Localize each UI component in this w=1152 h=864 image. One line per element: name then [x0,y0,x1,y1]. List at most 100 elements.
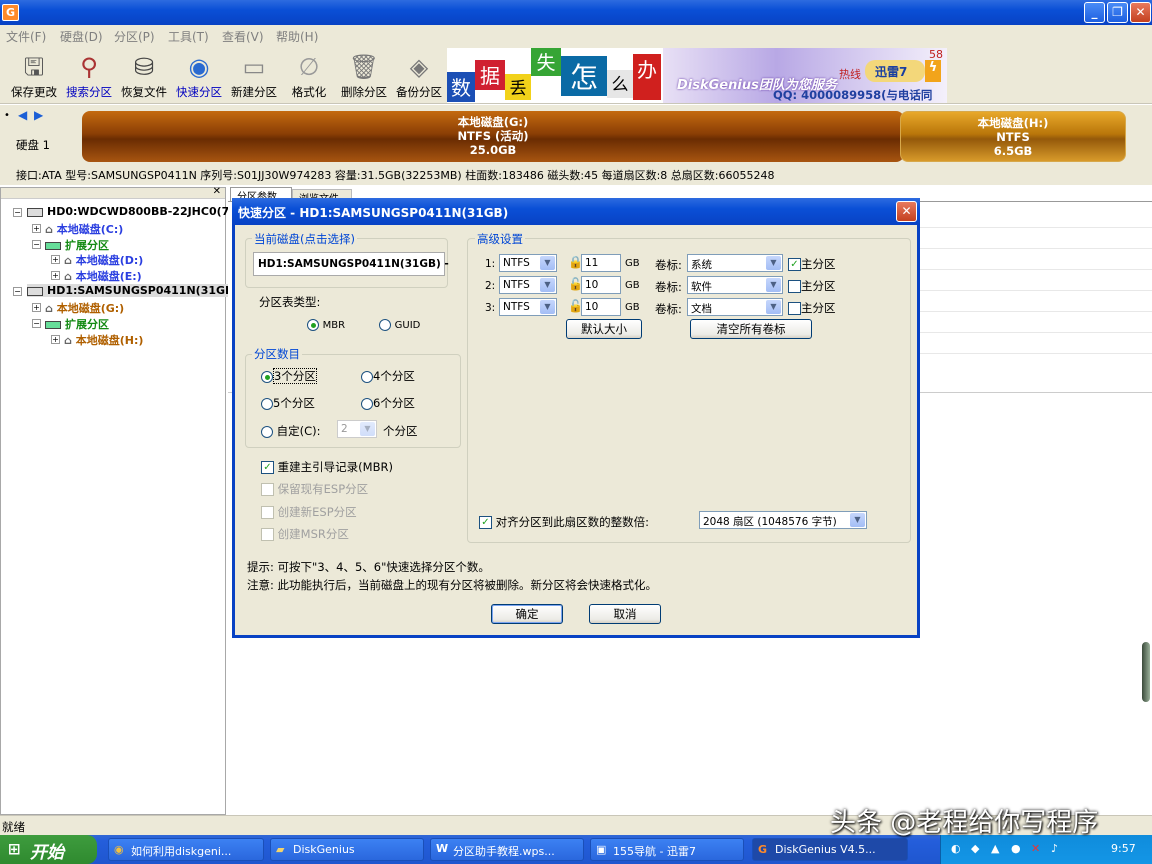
task-diskgenius[interactable]: G DiskGenius V4.5... [752,838,908,861]
guid-radio[interactable]: GUID [379,317,420,331]
menu-view[interactable]: 查看(V) [222,28,264,45]
task-folder[interactable]: ▰ DiskGenius [270,838,424,861]
collapse-icon[interactable]: − [13,287,22,296]
tree-node-h[interactable]: ⌂ 本地磁盘(H:) [64,332,143,348]
clear-labels-button[interactable]: 清空所有卷标 [690,319,812,339]
option-custom[interactable]: 自定(C): [261,423,321,439]
ad-char-6: 么 [607,70,633,98]
menu-file[interactable]: 文件(F) [6,28,46,45]
row-3-fs-select[interactable]: NTFS ▼ [499,298,557,316]
tree-node-extended-0[interactable]: 扩展分区 [45,237,109,253]
task-wps[interactable]: W 分区助手教程.wps... [430,838,584,861]
backup-partition-button[interactable]: ◈ 备份分区 [391,50,447,102]
next-disk-icon[interactable]: ▶ [34,108,43,122]
tree-close-icon[interactable]: ✕ [213,186,221,197]
row-3-size-input[interactable]: 10 [581,298,621,316]
task-xunlei[interactable]: ▣ 155导航 - 迅雷7 [590,838,744,861]
tray-icon[interactable]: ● [1011,842,1021,855]
partition-h-bar[interactable]: 本地磁盘(H:) NTFS 6.5GB [900,111,1126,162]
new-esp-checkbox[interactable]: 创建新ESP分区 [261,504,357,520]
menu-partition[interactable]: 分区(P) [114,28,155,45]
save-changes-button[interactable]: 🖫 保存更改 [6,50,62,102]
tray-icon[interactable]: ◆ [971,842,979,855]
custom-count-select[interactable]: 2 ▼ [337,420,377,438]
default-size-button[interactable]: 默认大小 [566,319,642,339]
drive-icon: ⌂ [45,302,57,315]
delete-partition-button[interactable]: 🗑 删除分区 [336,50,392,102]
collapse-icon[interactable]: − [13,208,22,217]
align-select[interactable]: 2048 扇区 (1048576 字节) ▼ [699,511,867,529]
row-2-volume-select[interactable]: 软件 ▼ [687,276,783,294]
tray-icon[interactable]: ◐ [951,842,961,855]
disk-info-text: 接口:ATA 型号:SAMSUNGSP0411N 序列号:S01JJ30W974… [16,169,775,182]
row-1-volume-select[interactable]: 系统 ▼ [687,254,783,272]
tree-node-extended-1[interactable]: 扩展分区 [45,316,109,332]
ok-button[interactable]: 确定 [491,604,563,624]
search-label: 搜索分区 [66,85,112,99]
row-1-fs-select[interactable]: NTFS ▼ [499,254,557,272]
maximize-button[interactable]: ❐ [1107,2,1128,23]
expand-icon[interactable]: + [51,335,60,344]
tree-node-e[interactable]: ⌂ 本地磁盘(E:) [64,268,142,284]
recover-files-button[interactable]: ⛁ 恢复文件 [116,50,172,102]
rebuild-mbr-checkbox[interactable]: ✓ 重建主引导记录(MBR) [261,459,393,475]
option-4-partitions[interactable]: 4个分区 [361,368,415,384]
clock[interactable]: 9:57 [1111,842,1136,855]
expand-icon[interactable]: + [32,303,41,312]
task-label: 如何利用diskgeni... [131,845,232,858]
row-1-size-input[interactable]: 11 [581,254,621,272]
keep-esp-checkbox[interactable]: 保留现有ESP分区 [261,481,368,497]
tree-node-hd1[interactable]: HD1:SAMSUNGSP0411N(31GB) [27,284,241,297]
row-1-primary-checkbox[interactable]: ✓ 主分区 [788,256,836,272]
tree-node-d[interactable]: ⌂ 本地磁盘(D:) [64,252,143,268]
extended-partition-icon [45,321,61,329]
row-2-volume: 软件 [691,281,712,293]
cancel-button[interactable]: 取消 [589,604,661,624]
start-button[interactable]: ⊞ 开始 [0,835,97,864]
tree-node-g[interactable]: ⌂ 本地磁盘(G:) [45,300,124,316]
new-partition-button[interactable]: ▭ 新建分区 [226,50,282,102]
mbr-radio[interactable]: MBR [307,317,345,331]
tray-icon[interactable]: ✕ [1031,842,1040,855]
checkbox-icon [788,280,801,293]
watermark: 头条 @老程给你写程序 [830,808,1099,838]
quick-partition-button[interactable]: ◉ 快速分区 [171,50,227,102]
drive-icon: ⌂ [64,254,76,267]
align-checkbox[interactable]: ✓ 对齐分区到此扇区数的整数倍: [479,514,649,530]
expand-icon[interactable]: + [51,271,60,280]
tree-node-hd0[interactable]: HD0:WDCWD800BB-22JHC0(75G [27,205,246,218]
new-msr-checkbox[interactable]: 创建MSR分区 [261,526,349,542]
chevron-down-icon: ▼ [850,513,865,527]
row-3-primary-label: 主分区 [801,301,836,315]
dialog-close-button[interactable]: ✕ [896,201,917,222]
expand-icon[interactable]: + [51,255,60,264]
format-button[interactable]: ∅ 格式化 [281,50,337,102]
expand-icon[interactable]: + [32,224,41,233]
row-2-size-input[interactable]: 10 [581,276,621,294]
side-handle[interactable] [1142,642,1150,702]
current-disk-selector[interactable]: HD1:SAMSUNGSP0411N(31GB) - [253,252,449,276]
collapse-icon[interactable]: − [32,240,41,249]
menu-help[interactable]: 帮助(H) [276,28,318,45]
menu-disk[interactable]: 硬盘(D) [60,28,103,45]
option-5-partitions[interactable]: 5个分区 [261,395,315,411]
ad-banner[interactable]: 数 据 丢 失 怎 么 办 DiskGenius团队为您服务 热线 40 58 … [447,48,947,103]
dialog-title: 快速分区 - HD1:SAMSUNGSP0411N(31GB) [238,206,509,220]
volume-icon[interactable]: ♪ [1051,842,1058,855]
partition-g-bar[interactable]: 本地磁盘(G:) NTFS (活动) 25.0GB [82,111,904,162]
option-3-partitions[interactable]: 3个分区 [261,368,317,384]
minimize-button[interactable]: _ [1084,2,1105,23]
menu-tools[interactable]: 工具(T) [168,28,209,45]
tree-node-c[interactable]: ⌂ 本地磁盘(C:) [45,221,123,237]
close-button[interactable]: ✕ [1130,2,1151,23]
option-6-partitions[interactable]: 6个分区 [361,395,415,411]
row-3-primary-checkbox[interactable]: 主分区 [788,300,836,316]
collapse-icon[interactable]: − [32,319,41,328]
prev-disk-icon[interactable]: ◀ [18,108,27,122]
row-2-fs-select[interactable]: NTFS ▼ [499,276,557,294]
row-3-volume-select[interactable]: 文档 ▼ [687,298,783,316]
row-2-primary-checkbox[interactable]: 主分区 [788,278,836,294]
search-partition-button[interactable]: ⚲ 搜索分区 [61,50,117,102]
task-chrome[interactable]: ◉ 如何利用diskgeni... [108,838,264,861]
tray-icon[interactable]: ▲ [991,842,999,855]
